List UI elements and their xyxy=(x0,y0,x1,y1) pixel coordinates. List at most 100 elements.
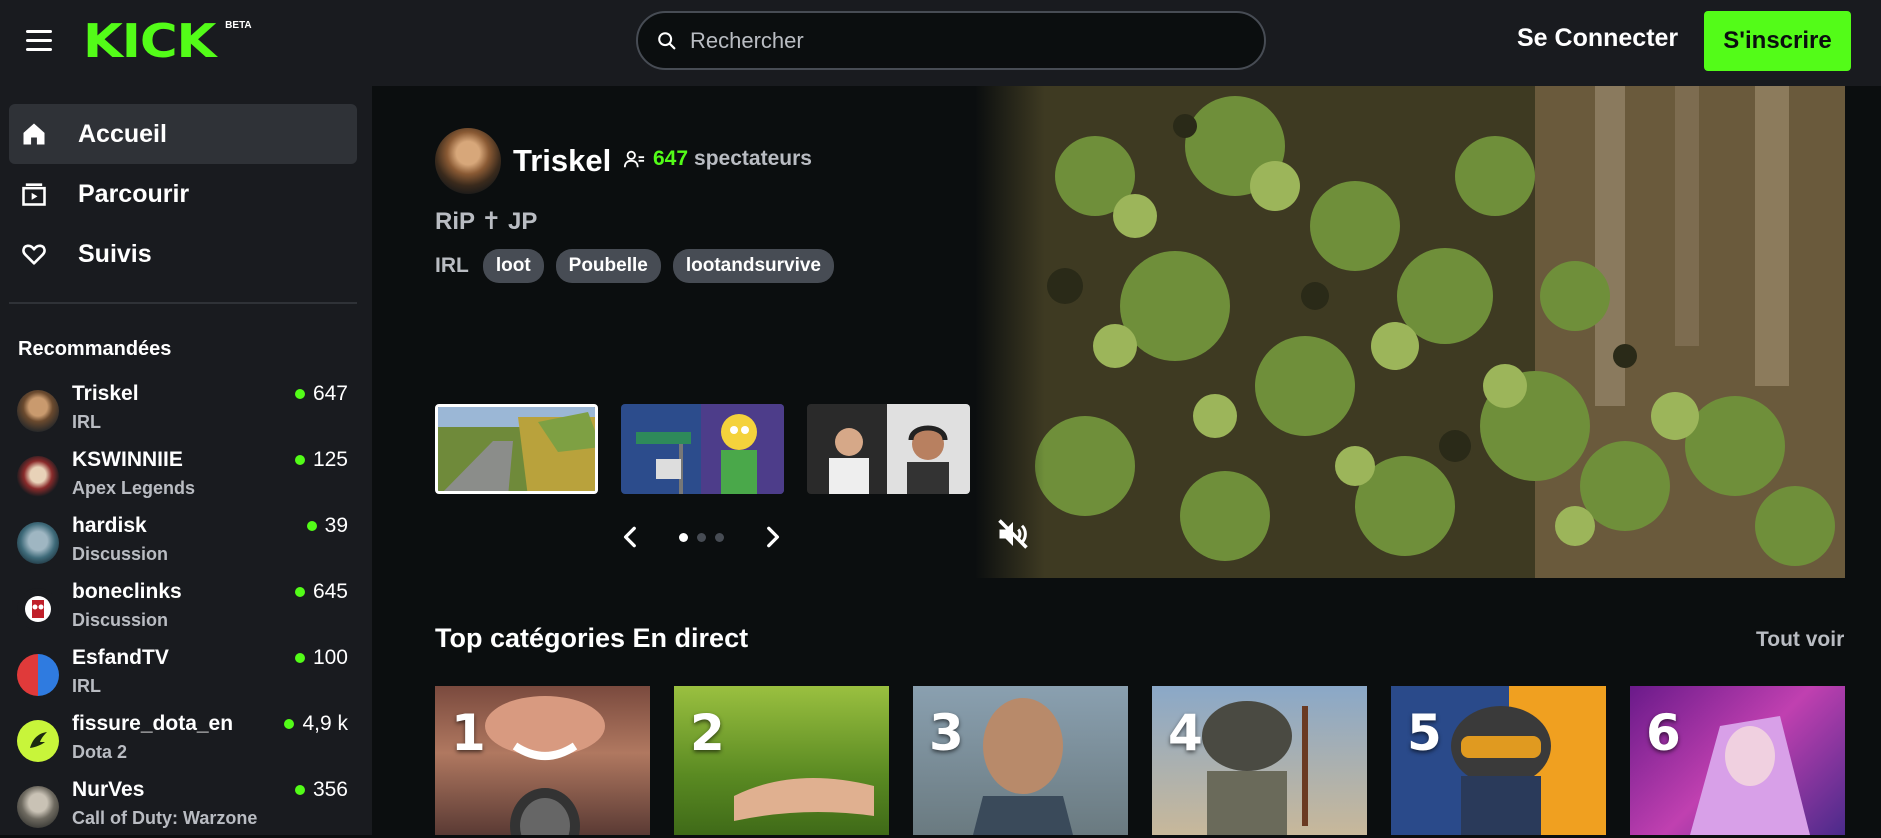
carousel-thumbnail[interactable] xyxy=(621,404,784,494)
featured-viewer-info: 647 spectateurs xyxy=(623,147,812,171)
live-dot xyxy=(294,785,305,795)
carousel-dot[interactable] xyxy=(715,533,724,542)
category-rank: 3 xyxy=(929,704,964,762)
category-rank: 4 xyxy=(1168,704,1203,762)
search-input[interactable] xyxy=(690,27,1264,54)
category-card[interactable]: 4 xyxy=(1152,686,1367,835)
mute-icon[interactable] xyxy=(995,516,1031,552)
nav-following-label: Suivis xyxy=(78,239,152,268)
login-button[interactable]: Se Connecter xyxy=(1517,24,1678,53)
category-rank: 6 xyxy=(1646,704,1681,762)
beta-badge: BETA xyxy=(225,20,252,31)
recommended-channel[interactable]: fissure_dota_en Dota 2 4,9 k xyxy=(14,712,354,772)
avatar xyxy=(17,456,59,498)
heart-icon xyxy=(22,244,46,265)
featured-viewer-label: spectateurs xyxy=(694,147,812,170)
see-all-link[interactable]: Tout voir xyxy=(1756,628,1844,652)
channel-category: Discussion xyxy=(72,610,169,630)
skull-logo-icon xyxy=(25,596,51,622)
channel-category: IRL xyxy=(72,412,101,432)
viewer-count: 647 xyxy=(294,382,348,406)
viewers-icon xyxy=(623,150,645,168)
carousel-thumbnail[interactable] xyxy=(807,404,970,494)
channel-name: EsfandTV xyxy=(72,646,169,669)
featured-video-player[interactable] xyxy=(975,86,1845,578)
avatar xyxy=(17,720,59,762)
channel-name: NurVes xyxy=(72,778,145,801)
featured-tags: IRL loot Poubelle lootandsurvive xyxy=(435,249,846,283)
category-card[interactable]: 5 xyxy=(1391,686,1606,835)
viewer-count: 100 xyxy=(294,646,348,670)
nav-following[interactable]: Suivis xyxy=(9,224,357,284)
top-categories-title: Top catégories En direct xyxy=(435,623,749,653)
menu-icon[interactable] xyxy=(26,30,52,52)
video-frame xyxy=(975,86,1845,578)
live-dot xyxy=(294,653,305,663)
viewer-count: 39 xyxy=(306,514,348,538)
featured-viewer-count: 647 xyxy=(653,147,689,170)
category-rank: 5 xyxy=(1407,704,1442,762)
tag-chip[interactable]: lootandsurvive xyxy=(672,249,834,283)
logo-text: KICK xyxy=(83,14,216,68)
kick-logo[interactable]: KICK BETA xyxy=(83,14,252,68)
sidebar-divider xyxy=(9,302,357,304)
fissure-logo-icon xyxy=(30,732,47,748)
tag-chip[interactable]: loot xyxy=(482,249,544,283)
live-dot xyxy=(284,719,295,729)
carousel-dot[interactable] xyxy=(679,533,688,542)
sidebar: Accueil Parcourir Suivis Recommandées Tr… xyxy=(0,86,372,835)
carousel-next-icon[interactable] xyxy=(759,524,785,550)
live-dot xyxy=(294,455,305,465)
category-card[interactable]: 6 xyxy=(1630,686,1845,835)
thumbnail-image xyxy=(438,407,595,491)
category-card[interactable]: 3 xyxy=(913,686,1128,835)
search-bar[interactable] xyxy=(636,11,1266,70)
recommended-channel[interactable]: EsfandTV IRL 100 xyxy=(14,646,354,706)
channel-category: Dota 2 xyxy=(72,742,128,762)
category-card[interactable]: 2 xyxy=(674,686,889,835)
browse-icon xyxy=(22,183,46,206)
carousel-thumbnail[interactable] xyxy=(435,404,598,494)
recommended-channel[interactable]: Triskel IRL 647 xyxy=(14,382,354,442)
carousel-prev-icon[interactable] xyxy=(618,524,644,550)
avatar xyxy=(17,654,59,696)
recommended-channel[interactable]: hardisk Discussion 39 xyxy=(14,514,354,574)
featured-streamer-avatar[interactable] xyxy=(435,128,501,194)
channel-category: Apex Legends xyxy=(72,478,196,498)
nav-home-label: Accueil xyxy=(78,119,167,148)
live-dot xyxy=(294,587,305,597)
category-rank: 1 xyxy=(451,704,486,762)
avatar xyxy=(17,522,59,564)
avatar xyxy=(17,588,59,630)
channel-name: KSWINNIIE xyxy=(72,448,183,471)
nav-browse-label: Parcourir xyxy=(78,179,190,208)
home-icon xyxy=(23,123,45,145)
featured-category-link[interactable]: IRL xyxy=(435,254,469,278)
recommended-channel[interactable]: NurVes Call of Duty: Warzone 356 xyxy=(14,778,354,838)
top-bar: KICK BETA Se Connecter S'inscrire xyxy=(0,0,1881,86)
channel-category: IRL xyxy=(72,676,101,696)
channel-name: Triskel xyxy=(72,382,139,405)
recommended-channel[interactable]: KSWINNIIE Apex Legends 125 xyxy=(14,448,354,508)
viewer-count: 645 xyxy=(294,580,348,604)
thumbnail-image xyxy=(807,404,970,494)
viewer-count: 125 xyxy=(294,448,348,472)
channel-category: Call of Duty: Warzone xyxy=(72,808,258,828)
nav-browse[interactable]: Parcourir xyxy=(9,164,357,224)
avatar xyxy=(17,786,59,828)
featured-streamer-name[interactable]: Triskel xyxy=(513,143,611,179)
channel-name: hardisk xyxy=(72,514,147,537)
viewer-count: 4,9 k xyxy=(284,712,348,736)
category-rank: 2 xyxy=(690,704,725,762)
signup-button[interactable]: S'inscrire xyxy=(1704,11,1851,71)
category-card[interactable]: 1 xyxy=(435,686,650,835)
live-dot xyxy=(306,521,317,531)
channel-category: Discussion xyxy=(72,544,169,564)
nav-home[interactable]: Accueil xyxy=(9,104,357,164)
recommended-title: Recommandées xyxy=(18,338,172,360)
recommended-channel[interactable]: boneclinks Discussion 645 xyxy=(14,580,354,640)
carousel-dot[interactable] xyxy=(697,533,706,542)
search-icon xyxy=(658,31,676,49)
tag-chip[interactable]: Poubelle xyxy=(555,249,661,283)
channel-name: fissure_dota_en xyxy=(72,712,234,735)
